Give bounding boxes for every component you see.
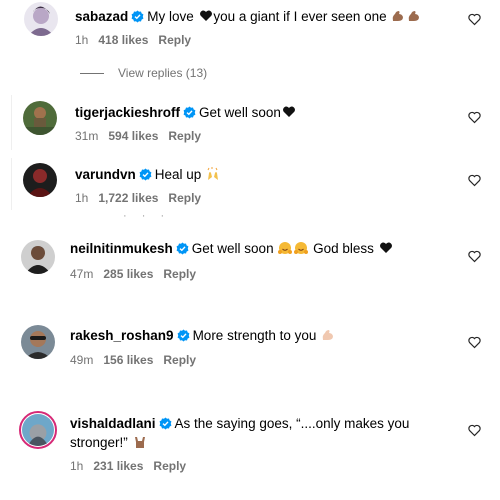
comment-text-continued: God bless xyxy=(313,241,374,256)
comment-time: 31m xyxy=(75,129,99,143)
username[interactable]: varundvn xyxy=(75,167,136,182)
comment-body: sabazad My love you a giant if I ever see… xyxy=(75,8,422,26)
hugging-face-emoji xyxy=(278,241,293,255)
heart-outline-icon[interactable] xyxy=(468,424,481,437)
flexed-biceps-emoji xyxy=(407,9,421,23)
likes-count[interactable]: 285 likes xyxy=(103,267,153,281)
heart-outline-icon[interactable] xyxy=(468,250,481,263)
likes-count[interactable]: 156 likes xyxy=(103,353,153,367)
reply-button[interactable]: Reply xyxy=(168,129,201,143)
username[interactable]: tigerjackieshroff xyxy=(75,105,180,120)
truncated-content: · · · xyxy=(123,210,171,222)
avatar[interactable] xyxy=(24,2,58,36)
verified-badge-icon xyxy=(131,10,144,23)
comment-item: tigerjackieshroff Get well soon 31m 594 li… xyxy=(0,95,500,155)
comment-text: More strength to you xyxy=(192,328,317,343)
comment-body: varundvn Heal up xyxy=(75,166,221,184)
hugging-face-emoji xyxy=(294,241,309,255)
likes-count[interactable]: 418 likes xyxy=(98,33,148,47)
comment-text: My love xyxy=(147,9,194,24)
heart-outline-icon[interactable] xyxy=(468,13,481,26)
verified-badge-icon xyxy=(139,168,152,181)
heart-outline-icon[interactable] xyxy=(468,336,481,349)
verified-badge-icon xyxy=(176,242,189,255)
reply-button[interactable]: Reply xyxy=(163,267,196,281)
likes-count[interactable]: 231 likes xyxy=(93,459,143,473)
black-heart-emoji xyxy=(379,241,392,255)
comment-text: Get well soon xyxy=(191,241,274,256)
avatar[interactable] xyxy=(21,325,55,359)
comment-item: rakesh_roshan9 More strength to you 49m 15… xyxy=(0,315,500,375)
comment-meta: 49m 156 likes Reply xyxy=(70,353,196,367)
comment-item: neilnitinmukesh Get well soon God bless 4… xyxy=(0,230,500,290)
verified-badge-icon xyxy=(159,417,172,430)
view-replies-button[interactable]: View replies (13) xyxy=(80,66,207,80)
sign-of-horns-emoji xyxy=(133,435,147,449)
comment-time: 1h xyxy=(75,191,89,205)
comment-meta: 31m 594 likes Reply xyxy=(75,129,201,143)
comment-text: As the saying goes, “....only makes you xyxy=(174,416,410,431)
username[interactable]: sabazad xyxy=(75,9,128,24)
comment-time: 49m xyxy=(70,353,94,367)
black-heart-emoji xyxy=(282,105,295,119)
flexed-biceps-emoji xyxy=(391,9,405,23)
comment-body: rakesh_roshan9 More strength to you xyxy=(70,327,336,345)
comment-meta: 47m 285 likes Reply xyxy=(70,267,196,281)
username[interactable]: neilnitinmukesh xyxy=(70,241,173,256)
comment-body: neilnitinmukesh Get well soon God bless xyxy=(70,240,392,258)
comment-body: vishaldadlani As the saying goes, “....on… xyxy=(70,415,409,433)
comment-body-line2: stronger!” xyxy=(70,434,148,452)
reply-button[interactable]: Reply xyxy=(168,191,201,205)
black-heart-emoji xyxy=(199,9,212,23)
comment-time: 1h xyxy=(75,33,89,47)
likes-count[interactable]: 594 likes xyxy=(108,129,158,143)
verified-badge-icon xyxy=(183,106,196,119)
comment-time: 1h xyxy=(70,459,84,473)
comment-text-continued: you a giant if I ever seen one xyxy=(213,9,387,24)
verified-badge-icon xyxy=(177,329,190,342)
reply-button[interactable]: Reply xyxy=(153,459,186,473)
comment-text-continued: stronger!” xyxy=(70,435,128,450)
comment-text: Get well soon xyxy=(199,105,281,120)
raising-hands-emoji xyxy=(206,167,220,181)
flexed-biceps-emoji xyxy=(321,328,335,342)
comment-meta: 1h 1,722 likes Reply xyxy=(75,191,201,205)
heart-outline-icon[interactable] xyxy=(468,174,481,187)
comment-item: vishaldadlani As the saying goes, “....on… xyxy=(0,405,500,485)
comment-item: sabazad My love you a giant if I ever see… xyxy=(0,0,500,60)
heart-outline-icon[interactable] xyxy=(468,111,481,124)
comment-body: tigerjackieshroff Get well soon xyxy=(75,104,296,122)
reply-button[interactable]: Reply xyxy=(158,33,191,47)
view-replies-label: View replies (13) xyxy=(118,66,208,80)
comment-meta: 1h 418 likes Reply xyxy=(75,33,191,47)
comment-time: 47m xyxy=(70,267,94,281)
divider xyxy=(80,73,104,75)
avatar[interactable] xyxy=(21,240,55,274)
username[interactable]: rakesh_roshan9 xyxy=(70,328,174,343)
likes-count[interactable]: 1,722 likes xyxy=(98,191,158,205)
comment-meta: 1h 231 likes Reply xyxy=(70,459,186,473)
comment-text: Heal up xyxy=(154,167,202,182)
username[interactable]: vishaldadlani xyxy=(70,416,156,431)
avatar[interactable] xyxy=(23,101,57,135)
avatar[interactable] xyxy=(23,163,57,197)
reply-button[interactable]: Reply xyxy=(163,353,196,367)
comment-item: varundvn Heal up 1h 1,722 likes Reply xyxy=(0,158,500,213)
avatar[interactable] xyxy=(19,411,57,449)
